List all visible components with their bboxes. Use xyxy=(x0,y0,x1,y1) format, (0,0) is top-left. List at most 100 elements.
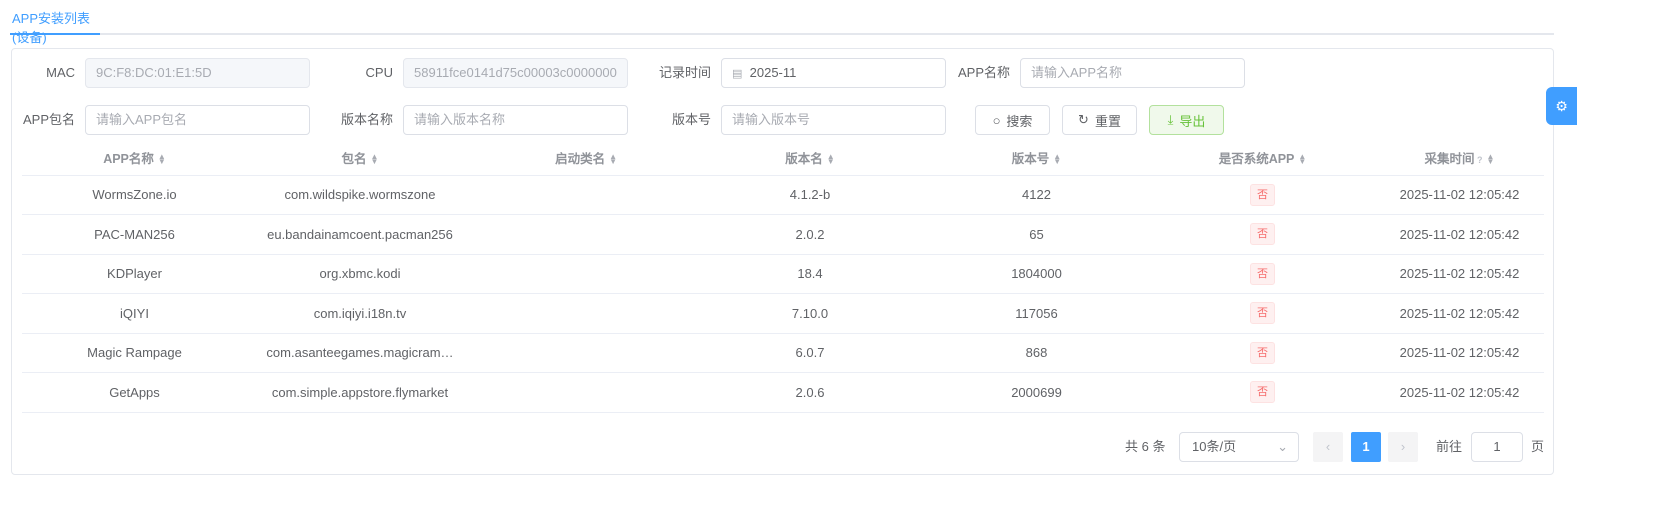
sort-icon[interactable]: ▲ ▼ xyxy=(371,153,379,166)
cell-text: com.wildspike.wormszone xyxy=(284,187,436,203)
cell-text: 7.10.0 xyxy=(791,305,829,321)
chevron-left-icon: ‹ xyxy=(1325,439,1331,454)
table-cell xyxy=(473,333,697,373)
total-count: 共 6 条 xyxy=(1125,439,1166,454)
sort-icon[interactable]: ▲ ▼ xyxy=(827,153,835,166)
table-cell xyxy=(473,254,697,294)
column-header[interactable]: 采集时间 ? ▲ ▼ xyxy=(1375,140,1544,176)
table-row[interactable]: PAC-MAN256 eu.bandainamcoent.pacman256 2.0… xyxy=(22,214,1544,255)
table-cell: com.simple.appstore.flymarket xyxy=(247,372,473,413)
cell-text: 4.1.2-b xyxy=(789,187,831,203)
cell-text: 2025-11-02 12:05:42 xyxy=(1399,266,1520,282)
version-name-input[interactable]: 请输入版本名称 xyxy=(403,105,628,135)
record-time-value: 2025-11 xyxy=(749,65,797,80)
cell-text: 868 xyxy=(1025,345,1048,361)
cell-text: 2025-11-02 12:05:42 xyxy=(1399,305,1520,321)
cell-text: com.iqiyi.i18n.tv xyxy=(313,305,407,321)
mac-label: MAC xyxy=(46,65,75,80)
table-cell: com.asanteegames.magicram… xyxy=(247,333,473,373)
table-cell: 4122 xyxy=(923,175,1150,215)
table-cell: 2025-11-02 12:05:42 xyxy=(1375,293,1544,334)
search-label: 搜索 xyxy=(1006,113,1033,129)
table-row[interactable]: GetApps com.simple.appstore.flymarket 2.0.… xyxy=(22,372,1544,413)
sort-icon[interactable]: ▲ ▼ xyxy=(158,153,166,166)
cell-text: KDPlayer xyxy=(107,266,162,282)
table-row[interactable]: Magic Rampage com.asanteegames.magicram… 6… xyxy=(22,333,1544,373)
cell-text: 2.0.6 xyxy=(795,384,825,400)
table-cell: 2025-11-02 12:05:42 xyxy=(1375,372,1544,413)
table-cell: 18.4 xyxy=(697,254,923,294)
reset-button[interactable]: ↻ 重置 xyxy=(1062,105,1137,135)
page-size-select[interactable]: 10条/页 ⌄ xyxy=(1179,432,1299,462)
chevron-right-icon: › xyxy=(1400,439,1406,454)
table-cell: 2.0.6 xyxy=(697,372,923,413)
column-header-label: 启动类名 xyxy=(555,151,606,166)
cell-text: 1804000 xyxy=(1011,266,1062,282)
version-code-input[interactable]: 请输入版本号 xyxy=(721,105,946,135)
tab-app-install-list[interactable]: APP安装列表(设备) xyxy=(10,8,100,45)
table-cell: iQIYI xyxy=(22,293,247,334)
column-header-label: 版本名 xyxy=(785,151,823,166)
settings-button[interactable]: ⚙ xyxy=(1546,87,1577,125)
gear-icon: ⚙ xyxy=(1555,98,1568,114)
status-badge: 否 xyxy=(1250,223,1275,246)
column-header[interactable]: 版本号 ▲ ▼ xyxy=(923,140,1150,176)
search-button[interactable]: ○ 搜索 xyxy=(975,105,1050,135)
table-cell: 117056 xyxy=(923,293,1150,334)
page-size-value: 10条/页 xyxy=(1192,439,1237,454)
column-header[interactable]: 是否系统APP ▲ ▼ xyxy=(1150,140,1375,176)
status-badge: 否 xyxy=(1250,341,1275,364)
sort-icon[interactable]: ▲ ▼ xyxy=(1298,153,1306,166)
table-cell: 868 xyxy=(923,333,1150,373)
download-icon: ⤓ xyxy=(1167,112,1174,127)
cell-text: eu.bandainamcoent.pacman256 xyxy=(267,226,453,242)
table-cell: 2025-11-02 12:05:42 xyxy=(1375,214,1544,255)
cell-text: 4122 xyxy=(1022,187,1051,203)
sort-icon[interactable]: ▲ ▼ xyxy=(1053,153,1061,166)
app-package-label: APP包名 xyxy=(22,112,75,127)
cell-text: com.simple.appstore.flymarket xyxy=(271,384,449,400)
cell-text: org.xbmc.kodi xyxy=(319,266,401,282)
prev-page-button[interactable]: ‹ xyxy=(1313,432,1343,462)
chevron-down-icon: ⌄ xyxy=(1277,439,1288,454)
table-cell xyxy=(473,372,697,413)
record-time-picker[interactable]: ▤ 2025-11 xyxy=(721,58,946,88)
help-icon[interactable]: ? xyxy=(1475,155,1483,165)
record-time-label: 记录时间 xyxy=(658,65,711,80)
cpu-label: CPU xyxy=(365,65,393,80)
app-package-input[interactable]: 请输入APP包名 xyxy=(85,105,310,135)
export-button[interactable]: ⤓ 导出 xyxy=(1149,105,1224,135)
column-header[interactable]: 启动类名 ▲ ▼ xyxy=(473,140,697,176)
sort-icon[interactable]: ▲ ▼ xyxy=(1487,153,1495,166)
page-1-button[interactable]: 1 xyxy=(1351,432,1381,462)
goto-page-input[interactable]: 1 xyxy=(1471,432,1523,462)
table-cell: 否 xyxy=(1150,293,1375,334)
mac-field: 9C:F8:DC:01:E1:5D xyxy=(85,58,310,88)
table-cell: 否 xyxy=(1150,333,1375,373)
next-page-button[interactable]: › xyxy=(1388,432,1418,462)
table-cell xyxy=(473,293,697,334)
column-header[interactable]: 版本名 ▲ ▼ xyxy=(697,140,923,176)
column-header[interactable]: 包名 ▲ ▼ xyxy=(247,140,473,176)
column-header[interactable]: APP名称 ▲ ▼ xyxy=(22,140,247,176)
cell-text: 65 xyxy=(1029,226,1044,242)
table-cell: PAC-MAN256 xyxy=(22,214,247,255)
table-cell: 1804000 xyxy=(923,254,1150,294)
cell-text: 2025-11-02 12:05:42 xyxy=(1399,384,1520,400)
table-row[interactable]: iQIYI com.iqiyi.i18n.tv 7.10.0 117056 否 2025-… xyxy=(22,293,1544,334)
table-cell: 2025-11-02 12:05:42 xyxy=(1375,333,1544,373)
version-name-label: 版本名称 xyxy=(340,112,393,127)
sort-icon[interactable]: ▲ ▼ xyxy=(609,153,617,166)
cell-text: 2025-11-02 12:05:42 xyxy=(1399,226,1520,242)
app-name-label: APP名称 xyxy=(957,65,1010,80)
cell-text: iQIYI xyxy=(120,305,149,321)
cell-text: 2000699 xyxy=(1011,384,1062,400)
table-cell: Magic Rampage xyxy=(22,333,247,373)
table-cell: 7.10.0 xyxy=(697,293,923,334)
app-name-input[interactable]: 请输入APP名称 xyxy=(1020,58,1245,88)
table-row[interactable]: KDPlayer org.xbmc.kodi 18.4 1804000 否 2025-11… xyxy=(22,254,1544,294)
table-cell: 2000699 xyxy=(923,372,1150,413)
table-row[interactable]: WormsZone.io com.wildspike.wormszone 4.1.2… xyxy=(22,175,1544,215)
cell-text: com.asanteegames.magicram… xyxy=(266,345,454,361)
calendar-icon: ▤ xyxy=(732,68,743,80)
